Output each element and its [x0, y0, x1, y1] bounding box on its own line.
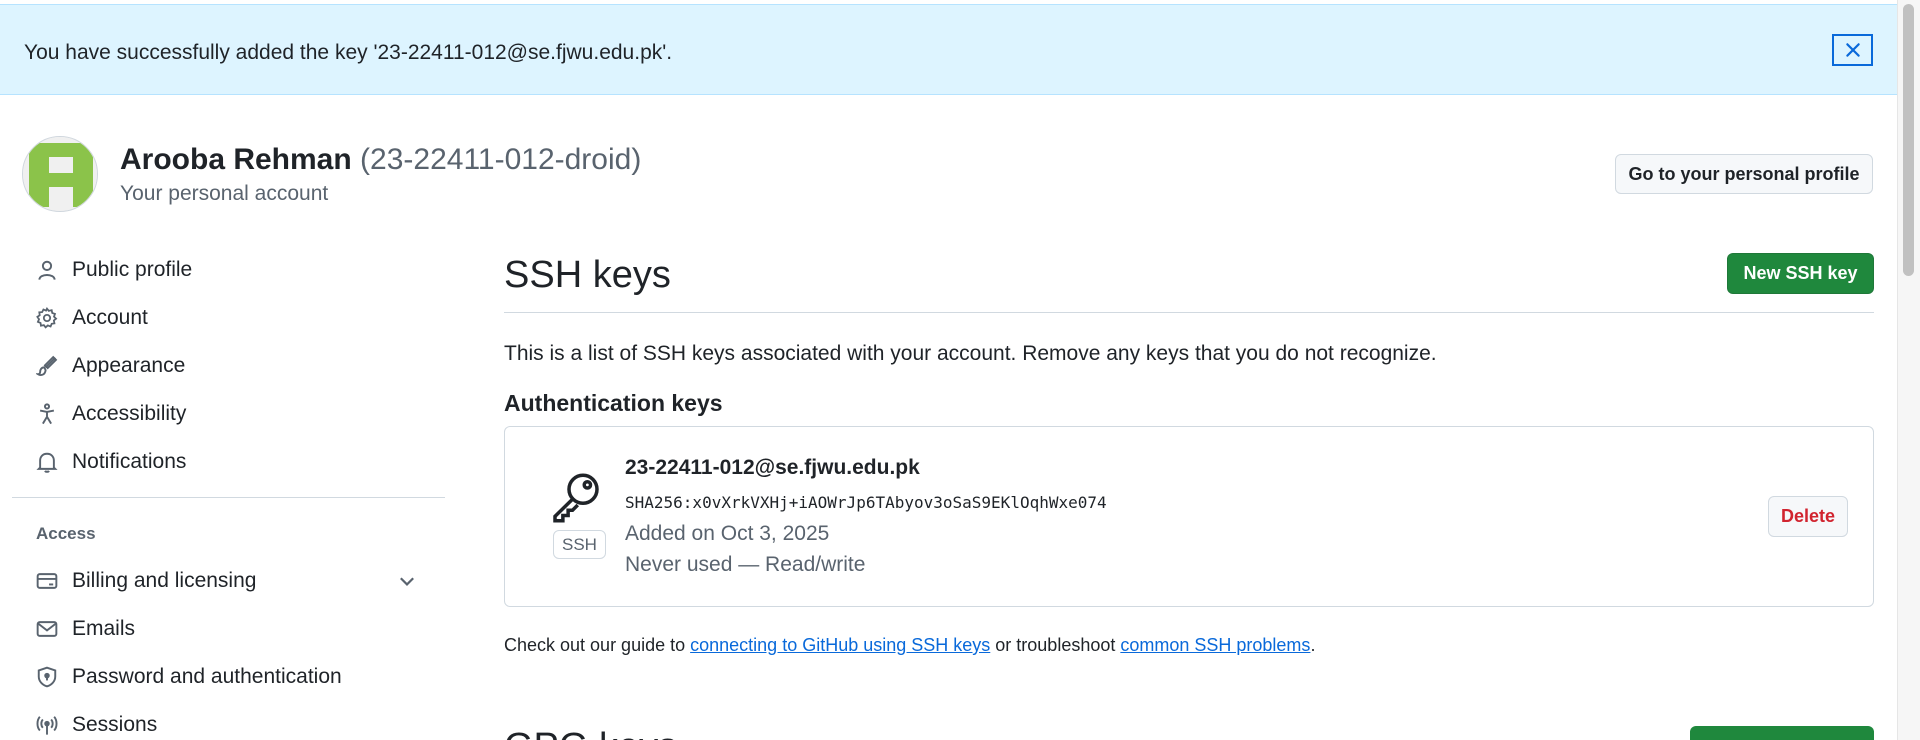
- sidebar-item-label: Sessions: [72, 713, 158, 736]
- sidebar-item-accessibility[interactable]: Accessibility: [34, 396, 186, 432]
- sidebar-item-label: Accessibility: [72, 402, 187, 425]
- guide-prefix: Check out our guide to: [504, 635, 691, 655]
- intro-text: This is a list of SSH keys associated wi…: [504, 342, 1437, 365]
- common-ssh-problems-link[interactable]: common SSH problems: [1120, 635, 1310, 655]
- paintbrush-icon: [34, 353, 60, 379]
- scrollbar-thumb[interactable]: [1903, 4, 1914, 276]
- flash-message: You have successfully added the key '23-…: [24, 41, 673, 64]
- account-subtitle: Your personal account: [120, 182, 329, 205]
- sidebar-item-label: Emails: [72, 617, 136, 640]
- key-title: 23-22411-012@se.fjwu.edu.pk: [625, 456, 920, 479]
- sidebar-item-label: Account: [72, 306, 148, 329]
- identicon-avatar: [23, 137, 97, 211]
- account-display-name: Arooba Rehman: [120, 143, 352, 176]
- key-usage-status: Never used — Read/write: [625, 553, 866, 576]
- sidebar-item-emails[interactable]: Emails: [34, 611, 135, 647]
- gear-icon: [34, 305, 60, 331]
- ssh-key-item: [504, 426, 1874, 607]
- broadcast-icon: [34, 712, 60, 738]
- ssh-guide-text: Check out our guide to connecting to Git…: [504, 635, 1315, 656]
- flash-banner: You have successfully added the key '23-…: [0, 4, 1897, 95]
- sidebar-item-sessions[interactable]: Sessions: [34, 707, 157, 740]
- connecting-ssh-guide-link[interactable]: connecting to GitHub using SSH keys: [690, 635, 990, 655]
- mail-icon: [34, 616, 60, 642]
- chevron-down-icon[interactable]: [396, 570, 418, 592]
- title-divider: [504, 312, 1874, 313]
- accessibility-icon: [34, 401, 60, 427]
- avatar[interactable]: [22, 136, 98, 212]
- new-ssh-key-button[interactable]: New SSH key: [1727, 253, 1874, 294]
- sidebar-divider: [12, 497, 445, 498]
- key-icon: [553, 473, 599, 523]
- bell-icon: [34, 449, 60, 475]
- sidebar-item-label: Appearance: [72, 354, 186, 377]
- account-name: Arooba Rehman (23-22411-012-droid): [120, 143, 641, 177]
- sidebar-item-billing[interactable]: Billing and licensing: [34, 563, 256, 599]
- gpg-keys-title: GPG keys: [504, 724, 677, 740]
- sidebar-item-notifications[interactable]: Notifications: [34, 444, 186, 480]
- authentication-keys-heading: Authentication keys: [504, 390, 723, 416]
- ssh-type-badge: SSH: [553, 530, 606, 559]
- go-to-profile-button[interactable]: Go to your personal profile: [1615, 154, 1873, 194]
- sidebar-item-label: Billing and licensing: [72, 569, 257, 592]
- sidebar-item-label: Password and authentication: [72, 665, 342, 688]
- sidebar-item-label: Public profile: [72, 258, 193, 281]
- new-gpg-key-button[interactable]: [1690, 726, 1874, 740]
- person-icon: [34, 257, 60, 283]
- sidebar-item-account[interactable]: Account: [34, 300, 148, 336]
- guide-middle: or troubleshoot: [990, 635, 1121, 655]
- sidebar-item-label: Notifications: [72, 450, 187, 473]
- sidebar-item-password-authentication[interactable]: Password and authentication: [34, 659, 342, 695]
- shield-lock-icon: [34, 664, 60, 690]
- close-icon: [1845, 43, 1860, 57]
- account-login: (23-22411-012-droid): [360, 143, 642, 176]
- credit-card-icon: [34, 568, 60, 594]
- sidebar-item-appearance[interactable]: Appearance: [34, 348, 185, 384]
- sidebar-item-public-profile[interactable]: Public profile: [34, 252, 192, 288]
- key-added-date: Added on Oct 3, 2025: [625, 522, 830, 545]
- flash-close-button[interactable]: [1832, 34, 1873, 66]
- sidebar-heading-access: Access: [36, 524, 96, 543]
- guide-suffix: .: [1310, 635, 1316, 655]
- page-title: SSH keys: [504, 254, 671, 296]
- delete-key-button[interactable]: Delete: [1768, 496, 1848, 537]
- key-fingerprint: SHA256:x0vXrkVXHj+iAOWrJp6TAbyov3oSaS9EK…: [625, 493, 1107, 512]
